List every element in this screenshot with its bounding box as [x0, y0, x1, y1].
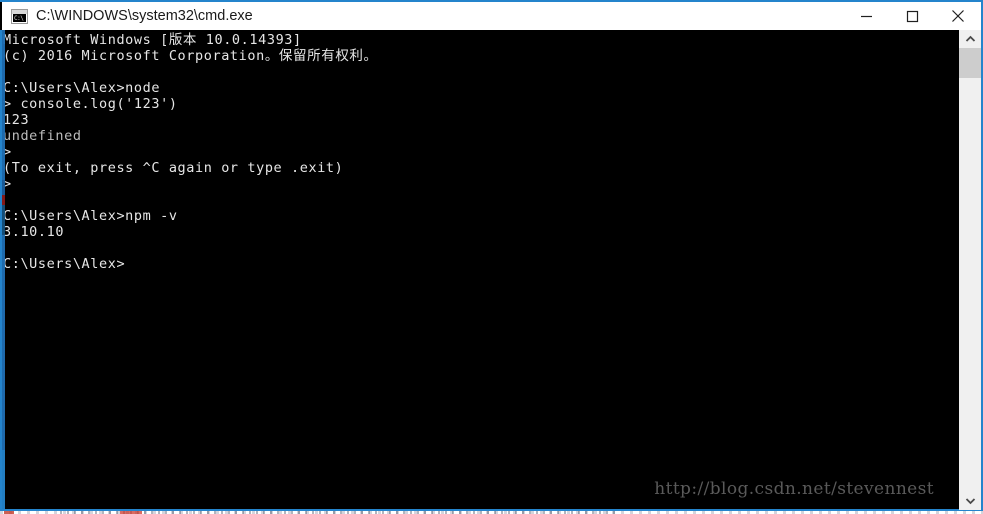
chevron-down-icon: [965, 498, 975, 505]
scroll-thumb[interactable]: [959, 48, 981, 78]
console-line: C:\Users\Alex>: [3, 256, 126, 272]
console-line: >: [3, 176, 12, 192]
left-edge-artifact: [2, 30, 5, 510]
chevron-up-icon: [965, 35, 975, 42]
cmd-exe-icon: C:\: [11, 8, 28, 24]
scroll-up-arrow[interactable]: [959, 30, 981, 48]
cmd-window: C:\ C:\WINDOWS\system32\cmd.exe Microsof…: [0, 0, 983, 514]
console-line: Microsoft Windows [版本 10.0.14393]: [3, 32, 302, 48]
title-bar[interactable]: C:\ C:\WINDOWS\system32\cmd.exe: [2, 2, 981, 30]
close-icon: [952, 10, 964, 22]
console-lines: Microsoft Windows [版本 10.0.14393] (c) 201…: [2, 32, 959, 272]
console-line: 123: [3, 112, 30, 128]
cmd-icon-screen-text: C:\: [13, 13, 26, 22]
watermark-text: http://blog.csdn.net/stevennest: [654, 479, 934, 499]
console-line: (To exit, press ^C again or type .exit): [3, 160, 344, 176]
console-scrollbar[interactable]: [959, 30, 981, 510]
console-line: 3.10.10: [3, 224, 65, 240]
console-line: >: [3, 144, 12, 160]
scroll-down-arrow[interactable]: [959, 492, 981, 510]
window-controls: [843, 2, 981, 30]
window-title: C:\WINDOWS\system32\cmd.exe: [36, 8, 253, 24]
close-button[interactable]: [935, 2, 981, 30]
console-output-area[interactable]: Microsoft Windows [版本 10.0.14393] (c) 201…: [2, 30, 959, 509]
console-line: (c) 2016 Microsoft Corporation。保留所有权利。: [3, 48, 378, 64]
console-line: C:\Users\Alex>node: [3, 80, 161, 96]
scrollbar-track[interactable]: [959, 48, 981, 492]
console-line: > console.log('123'): [3, 96, 178, 112]
maximize-icon: [906, 10, 918, 22]
console-line: C:\Users\Alex>npm -v: [3, 208, 178, 224]
maximize-button[interactable]: [889, 2, 935, 30]
minimize-button[interactable]: [843, 2, 889, 30]
console-line: undefined: [3, 128, 82, 144]
minimize-icon: [860, 15, 872, 17]
